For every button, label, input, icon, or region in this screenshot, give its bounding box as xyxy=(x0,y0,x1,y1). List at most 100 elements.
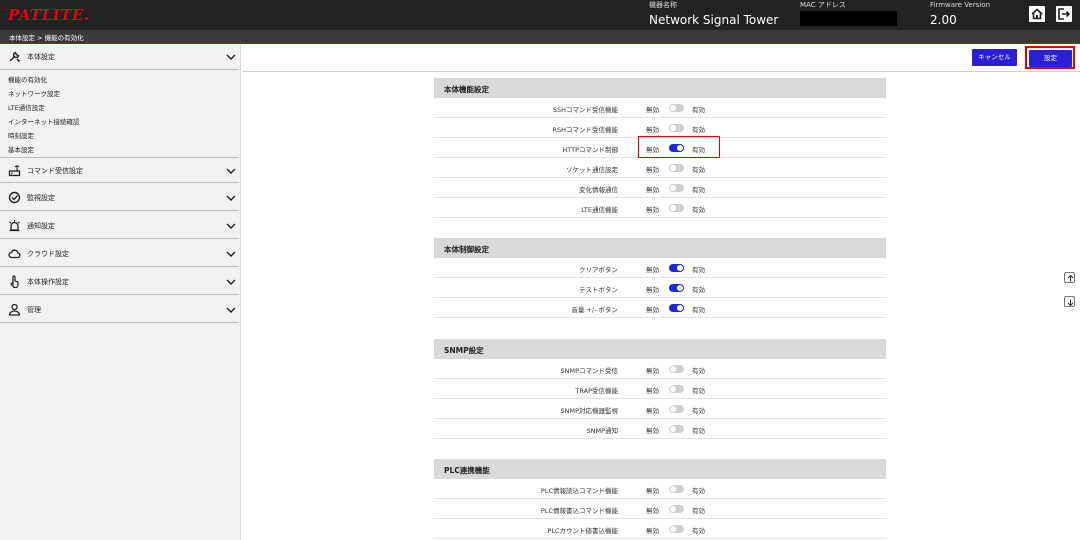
toggle-knob xyxy=(670,366,676,372)
sidebar: 本体設定 機能の有効化 ネットワーク設定 LTE通信設定 インターネット接続確認… xyxy=(0,44,241,540)
sidebar-subitem-function-enable[interactable]: 機能の有効化 xyxy=(8,74,47,84)
top-header: PATLITE. 機器名称 Network Signal Tower MAC ア… xyxy=(0,0,1080,30)
scroll-down-button[interactable] xyxy=(1064,296,1075,307)
sidebar-item-cloud[interactable]: クラウド設定 xyxy=(0,241,239,267)
toggle-on-label: 有効 xyxy=(692,427,705,435)
device-name-value: Network Signal Tower xyxy=(649,13,779,27)
setting-label: SNMP通知 xyxy=(586,427,618,435)
toggle-switch[interactable] xyxy=(669,164,684,172)
device-name-label: 機器名称 xyxy=(649,1,677,9)
section-title: SNMP設定 xyxy=(444,346,484,355)
toggle-off-label: 無効 xyxy=(646,126,659,134)
toggle-switch[interactable] xyxy=(669,184,684,192)
firmware-value: 2.00 xyxy=(930,13,957,27)
toggle-knob xyxy=(677,305,683,311)
toggle-on-label: 有効 xyxy=(692,527,705,535)
chevron-down-icon xyxy=(226,279,236,285)
setting-label: 音量 +/- ボタン xyxy=(571,306,618,314)
sidebar-item-notification[interactable]: 通知設定 xyxy=(0,213,239,239)
sidebar-item-label: コマンド受信設定 xyxy=(27,167,83,175)
toggle-switch[interactable] xyxy=(669,365,684,373)
toggle-on-label: 有効 xyxy=(692,507,705,515)
toggle-knob xyxy=(670,426,676,432)
setting-label: PLC情報書込コマンド機能 xyxy=(540,507,618,515)
setting-row: PLC情報書込コマンド機能 無効 有効 xyxy=(434,499,886,519)
setting-row: テストボタン 無効 有効 xyxy=(434,278,886,298)
toggle-knob xyxy=(670,105,676,111)
setting-row: SNMP通知 無効 有効 xyxy=(434,419,886,439)
sidebar-item-admin[interactable]: 管理 xyxy=(0,297,239,323)
home-icon[interactable] xyxy=(1028,5,1046,23)
setting-label: PLC情報読込コマンド機能 xyxy=(540,487,618,495)
cancel-button[interactable]: キャンセル xyxy=(972,49,1017,66)
setting-row: 音量 +/- ボタン 無効 有効 xyxy=(434,298,886,318)
toggle-on-label: 有効 xyxy=(692,266,705,274)
sidebar-subitem-network[interactable]: ネットワーク設定 xyxy=(8,88,60,98)
setting-label: SSHコマンド受信機能 xyxy=(552,106,618,114)
setting-row: SNMPコマンド受信 無効 有効 xyxy=(434,359,886,379)
chevron-down-icon xyxy=(226,168,236,174)
toggle-switch[interactable] xyxy=(669,264,684,272)
arrow-down-icon xyxy=(1067,299,1074,307)
setting-label: HTTPコマンド制御 xyxy=(562,146,618,154)
toggle-switch[interactable] xyxy=(669,505,684,513)
toggle-on-label: 有効 xyxy=(692,387,705,395)
setting-label: テストボタン xyxy=(579,286,618,294)
chevron-down-icon xyxy=(226,223,236,229)
chevron-down-icon xyxy=(226,54,236,60)
toggle-switch[interactable] xyxy=(669,124,684,132)
scroll-up-button[interactable] xyxy=(1064,272,1075,283)
toggle-off-label: 無効 xyxy=(646,487,659,495)
sidebar-item-command-receive[interactable]: コマンド受信設定 xyxy=(0,157,239,183)
user-icon xyxy=(8,303,21,316)
toggle-switch[interactable] xyxy=(669,284,684,292)
toggle-knob xyxy=(670,386,676,392)
sidebar-item-main-settings[interactable]: 本体設定 xyxy=(0,44,239,70)
section-title: PLC連携機能 xyxy=(444,466,490,475)
mac-address-block: MAC アドレス xyxy=(800,1,846,10)
toggle-on-label: 有効 xyxy=(692,306,705,314)
setting-label: LTE通信機能 xyxy=(581,206,618,214)
toggle-switch[interactable] xyxy=(669,405,684,413)
toggle-switch[interactable] xyxy=(669,104,684,112)
toggle-on-label: 有効 xyxy=(692,106,705,114)
patlite-logo: PATLITE. xyxy=(8,6,90,24)
toggle-off-label: 無効 xyxy=(646,266,659,274)
toggle-off-label: 無効 xyxy=(646,387,659,395)
toggle-on-label: 有効 xyxy=(692,166,705,174)
sidebar-item-device-operation[interactable]: 本体操作設定 xyxy=(0,269,239,295)
toggle-switch[interactable] xyxy=(669,204,684,212)
setting-row: クリアボタン 無効 有効 xyxy=(434,258,886,278)
toggle-on-label: 有効 xyxy=(692,487,705,495)
logout-icon[interactable] xyxy=(1055,5,1073,23)
section-header: PLC連携機能 xyxy=(434,459,886,479)
toggle-switch[interactable] xyxy=(669,385,684,393)
toggle-switch[interactable] xyxy=(669,525,684,533)
section-title: 本体機能設定 xyxy=(444,85,489,94)
sidebar-item-label: クラウド設定 xyxy=(27,250,69,258)
sidebar-subitem-internet-check[interactable]: インターネット接続確認 xyxy=(8,116,80,126)
toggle-knob xyxy=(670,486,676,492)
save-button[interactable]: 設定 xyxy=(1029,50,1072,67)
toggle-knob xyxy=(670,526,676,532)
sidebar-subitem-lte[interactable]: LTE通信設定 xyxy=(8,102,45,112)
breadcrumb-bar: 本体設定 > 機能の有効化 xyxy=(0,30,1080,44)
toggle-off-label: 無効 xyxy=(646,166,659,174)
breadcrumb: 本体設定 > 機能の有効化 xyxy=(9,34,84,42)
alarm-icon xyxy=(9,220,20,232)
sidebar-item-monitor[interactable]: 監視設定 xyxy=(0,185,239,211)
settings-content: 本体機能設定 SSHコマンド受信機能 無効 有効 RSHコマンド受信機能 無効 有効 HTTP… xyxy=(242,72,1080,540)
toggle-off-label: 無効 xyxy=(646,286,659,294)
sidebar-item-label: 通知設定 xyxy=(27,222,55,230)
toggle-switch[interactable] xyxy=(669,425,684,433)
sidebar-subitem-time[interactable]: 時刻設定 xyxy=(8,130,34,140)
chevron-down-icon xyxy=(226,195,236,201)
toggle-knob xyxy=(670,406,676,412)
section-header: 本体機能設定 xyxy=(434,78,886,98)
toggle-on-label: 有効 xyxy=(692,407,705,415)
toggle-knob xyxy=(677,285,683,291)
sidebar-item-label: 本体設定 xyxy=(27,53,55,61)
toggle-switch[interactable] xyxy=(669,304,684,312)
sidebar-subitem-basic[interactable]: 基本設定 xyxy=(8,144,34,154)
toggle-switch[interactable] xyxy=(669,485,684,493)
